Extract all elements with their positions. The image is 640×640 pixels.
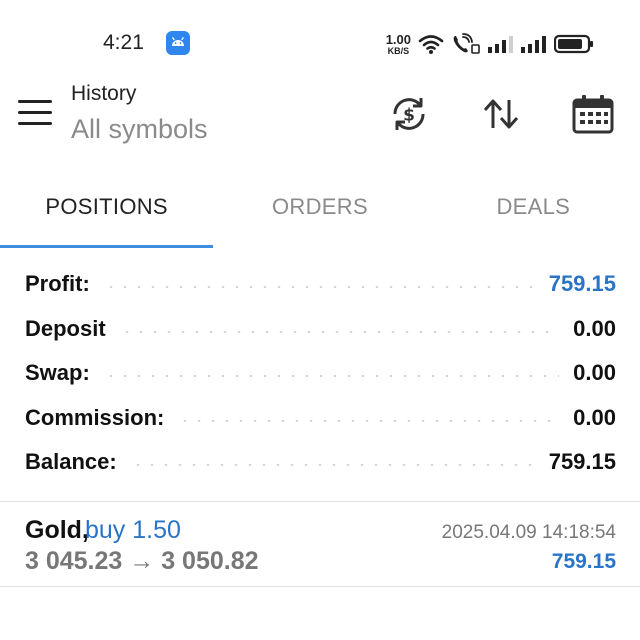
svg-text:$: $ bbox=[403, 106, 415, 126]
battery-icon bbox=[554, 34, 594, 54]
balance-label: Balance: bbox=[25, 449, 117, 475]
signal-icon bbox=[488, 35, 514, 53]
net-speed-unit: KB/S bbox=[387, 45, 410, 56]
dotted-leader bbox=[103, 375, 560, 378]
status-time: 4:21 bbox=[103, 31, 144, 54]
tab-orders[interactable]: ORDERS bbox=[213, 172, 426, 248]
profit-value: 759.15 bbox=[548, 271, 616, 297]
currency-exchange-icon[interactable]: $ bbox=[387, 92, 431, 136]
net-speed: 1.00 KB/S bbox=[386, 33, 411, 56]
android-icon bbox=[166, 31, 190, 55]
dotted-leader bbox=[119, 330, 560, 333]
dotted-leader bbox=[103, 286, 535, 289]
summary-row-swap: Swap: 0.00 bbox=[25, 351, 616, 396]
app-header: History All symbols $ bbox=[0, 80, 640, 164]
divider bbox=[0, 586, 640, 587]
signal-icon bbox=[521, 35, 547, 53]
deal-side: buy 1.50 bbox=[85, 516, 181, 544]
swap-value: 0.00 bbox=[573, 360, 616, 386]
swap-label: Swap: bbox=[25, 360, 90, 386]
summary-row-profit: Profit: 759.15 bbox=[25, 262, 616, 307]
tab-deals[interactable]: DEALS bbox=[427, 172, 640, 248]
dotted-leader bbox=[178, 419, 560, 422]
dotted-leader bbox=[130, 464, 535, 467]
deposit-value: 0.00 bbox=[573, 315, 616, 341]
deal-symbol: Gold, bbox=[25, 516, 89, 544]
symbol-filter[interactable]: All symbols bbox=[71, 114, 208, 145]
page-title: History bbox=[71, 82, 137, 105]
commission-value: 0.00 bbox=[573, 404, 616, 430]
sort-icon[interactable] bbox=[479, 92, 523, 136]
status-bar: 4:21 1.00 KB/S bbox=[0, 0, 640, 86]
deal-profit: 759.15 bbox=[551, 550, 616, 573]
commission-label: Commission: bbox=[25, 404, 165, 430]
deal-time: 2025.04.09 14:18:54 bbox=[441, 522, 616, 543]
tab-positions[interactable]: POSITIONS bbox=[0, 172, 214, 248]
volte-call-icon bbox=[451, 33, 481, 55]
calendar-icon[interactable] bbox=[571, 92, 615, 136]
summary-row-balance: Balance: 759.15 bbox=[25, 440, 616, 485]
balance-value: 759.15 bbox=[548, 449, 616, 475]
menu-icon[interactable] bbox=[18, 100, 52, 126]
summary-row-deposit: Deposit 0.00 bbox=[25, 307, 616, 352]
net-speed-value: 1.00 bbox=[385, 31, 411, 47]
summary-panel: Profit: 759.15 Deposit 0.00 Swap: 0.00 C… bbox=[25, 262, 616, 485]
wifi-icon bbox=[418, 33, 444, 55]
tab-bar: POSITIONS ORDERS DEALS bbox=[0, 172, 640, 248]
list-item[interactable]: Gold, buy 1.50 3 045.23 → 3 050.82 2025.… bbox=[0, 502, 640, 586]
status-indicators: 1.00 KB/S bbox=[386, 30, 594, 58]
deposit-label: Deposit bbox=[25, 315, 106, 341]
summary-row-commission: Commission: 0.00 bbox=[25, 396, 616, 441]
profit-label: Profit: bbox=[25, 271, 90, 297]
deal-prices: 3 045.23 → 3 050.82 bbox=[25, 547, 259, 575]
